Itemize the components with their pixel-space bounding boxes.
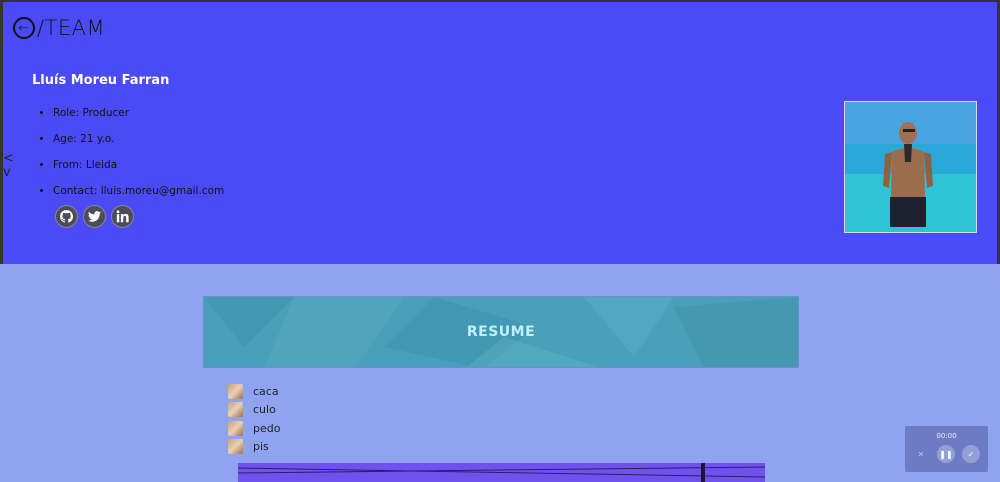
twitter-icon (88, 211, 101, 222)
list-item-label: pedo (253, 421, 281, 435)
list-item: caca (228, 382, 280, 401)
list-item: pedo (228, 419, 280, 438)
linkedin-link[interactable] (111, 205, 134, 228)
bottom-banner-image (238, 463, 765, 482)
info-age: Age: 21 y.o. (53, 132, 224, 158)
list-item-label: pis (253, 440, 269, 454)
close-icon[interactable]: ✕ (912, 445, 930, 463)
side-mark-1: < (3, 151, 14, 166)
pause-icon[interactable]: ❚❚ (937, 445, 955, 463)
linkedin-icon (116, 210, 129, 223)
recording-widget: 00:00 ✕ ❚❚ ✓ (905, 426, 988, 472)
member-name: Lluís Moreu Farran (32, 73, 170, 88)
github-icon (60, 210, 73, 223)
resume-button[interactable]: RESUME (203, 296, 799, 368)
member-info-list: Role: Producer Age: 21 y.o. From: Lleida… (32, 106, 224, 210)
list-item-label: culo (253, 403, 276, 417)
list-item-label: caca (253, 384, 279, 398)
list-item: pis (228, 438, 280, 457)
avatar-icon (228, 383, 243, 399)
twitter-link[interactable] (83, 205, 106, 228)
social-links (55, 205, 134, 228)
back-arrow-icon: ← (13, 17, 35, 39)
avatar-icon (228, 420, 243, 436)
check-icon[interactable]: ✓ (962, 445, 980, 463)
person-illustration (845, 102, 976, 232)
member-photo (844, 101, 977, 233)
resume-label: RESUME (466, 324, 536, 340)
side-scroll-marker[interactable]: < v (3, 152, 14, 180)
profile-header: ← /TEAM < v Lluís Moreu Farran Role: Pro… (0, 0, 1000, 264)
logo-text: /TEAM (37, 16, 106, 40)
info-from: From: Lleida (53, 158, 224, 184)
wires-illustration (238, 463, 765, 482)
info-role: Role: Producer (53, 106, 224, 132)
side-mark-2: v (3, 165, 11, 180)
recording-time: 00:00 (936, 432, 957, 440)
avatar-icon (228, 439, 243, 455)
list-item: culo (228, 401, 280, 420)
github-link[interactable] (55, 205, 78, 228)
avatar-icon (228, 402, 243, 418)
team-logo-link[interactable]: ← /TEAM (13, 16, 105, 40)
resume-list: caca culo pedo pis (228, 382, 280, 456)
